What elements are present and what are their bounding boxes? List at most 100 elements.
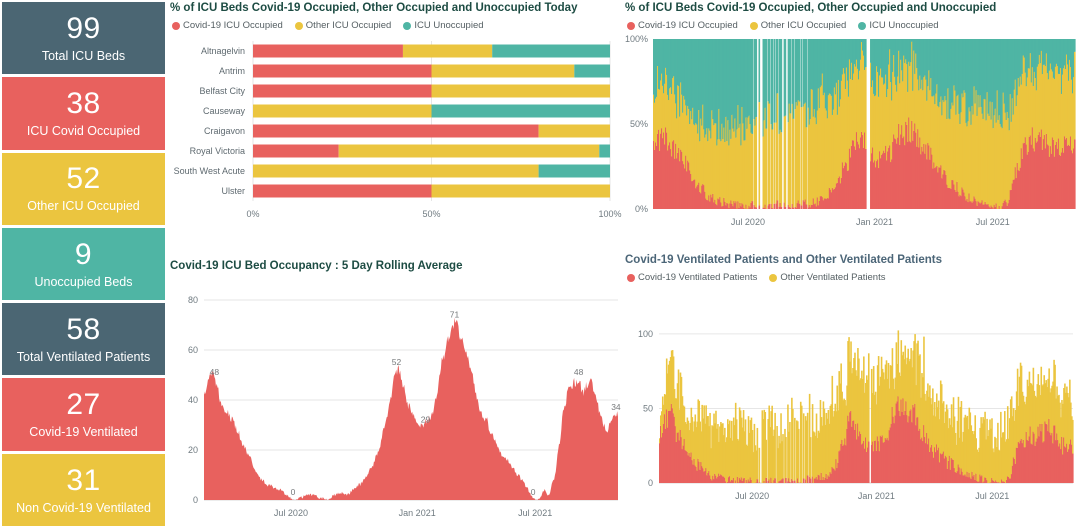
bar-category-label: Royal Victoria (190, 146, 245, 156)
panel-tl-title: % of ICU Beds Covid-19 Occupied, Other O… (170, 2, 578, 14)
bar-segment[interactable] (253, 124, 539, 138)
bar-segment[interactable] (253, 64, 432, 78)
kpi-tile-other-icu-occupied[interactable]: 52 Other ICU Occupied (2, 152, 165, 225)
x-axis-tick-label: Jul 2020 (735, 491, 769, 501)
x-axis-tick-label: 100% (598, 209, 621, 219)
kpi-value-total-ventilated-patients: 58 (66, 313, 101, 347)
legend-item[interactable]: Covid-19 ICU Occupied (627, 20, 738, 31)
x-axis-tick-label: Jul 2021 (975, 491, 1009, 501)
bar-segment[interactable] (431, 84, 611, 98)
legend-item[interactable]: Other Ventilated Patients (769, 272, 885, 283)
panel-tl-legend: Covid-19 ICU Occupied Other ICU Occupied I… (168, 14, 623, 31)
bar-segment[interactable] (431, 64, 575, 78)
panel-icu-beds-timeseries: % of ICU Beds Covid-19 Occupied, Other O… (623, 2, 1078, 254)
stacked-area-chart-icu-percent[interactable]: 0% 50% 100% Jul 2020 Jan 2021 Jul 2021 (623, 31, 1078, 236)
kpi-label-unoccupied-beds: Unoccupied Beds (34, 274, 133, 289)
kpi-label-total-icu-beds: Total ICU Beds (41, 48, 126, 63)
data-point-label: 29 (421, 415, 431, 425)
panel-icu-occupancy-rolling: Covid-19 ICU Bed Occupancy : 5 Day Rolli… (168, 260, 623, 526)
panel-br-legend: Covid-19 Ventilated Patients Other Ventil… (623, 266, 1078, 283)
legend-item[interactable]: Covid-19 Ventilated Patients (627, 272, 757, 283)
panel-br-plot: 0 50 100 Jul 2020 Jan 2021 Jul 2021 (623, 283, 1078, 513)
data-point-label: 0 (531, 487, 536, 497)
bar-segment[interactable] (538, 124, 610, 138)
bar-category-label: Ulster (221, 186, 245, 196)
kpi-label-other-icu-occupied: Other ICU Occupied (27, 199, 140, 214)
bar-segment[interactable] (492, 44, 610, 58)
kpi-label-covid-19-ventilated: Covid-19 Ventilated (29, 425, 138, 440)
y-axis-tick-label: 80 (188, 295, 198, 305)
bar-segment[interactable] (338, 144, 600, 158)
bar-category-label: South West Acute (174, 166, 245, 176)
bar-segment[interactable] (599, 144, 610, 158)
x-axis-tick-label: 50% (422, 209, 440, 219)
x-axis-tick-label: Jan 2021 (856, 217, 893, 227)
x-axis-tick-label: Jan 2021 (858, 491, 895, 501)
stacked-area-chart-ventilated[interactable]: 0 50 100 Jul 2020 Jan 2021 Jul 2021 (623, 283, 1078, 513)
bar-segment[interactable] (253, 84, 432, 98)
legend-swatch-icon (749, 21, 758, 30)
y-axis-tick-label: 20 (188, 445, 198, 455)
legend-label: Covid-19 ICU Occupied (183, 20, 283, 31)
panel-bl-title: Covid-19 ICU Bed Occupancy : 5 Day Rolli… (170, 260, 463, 272)
bar-segment[interactable] (253, 104, 432, 118)
bar-segment[interactable] (538, 164, 610, 178)
legend-swatch-icon (858, 21, 867, 30)
y-axis-tick-label: 0% (635, 204, 648, 214)
x-axis-tick-label: Jul 2021 (518, 508, 552, 518)
legend-swatch-icon (769, 273, 778, 282)
kpi-tile-icu-covid-occupied[interactable]: 38 ICU Covid Occupied (2, 77, 165, 150)
kpi-value-unoccupied-beds: 9 (74, 237, 93, 271)
bar-category-label: Causeway (203, 106, 246, 116)
bar-segment[interactable] (431, 104, 611, 118)
bar-category-label: Belfast City (199, 86, 245, 96)
bar-segment[interactable] (253, 144, 339, 158)
data-point-label: 71 (450, 310, 460, 320)
bar-segment[interactable] (253, 44, 403, 58)
legend-item[interactable]: ICU Unoccupied (858, 20, 939, 31)
data-point-label: 34 (611, 402, 621, 412)
y-axis-tick-label: 100 (638, 329, 653, 339)
area-series-covid-icu[interactable] (204, 317, 618, 500)
stacked-bar-chart-today[interactable]: Altnagelvin Antrim Belfast City Causeway Cra… (168, 31, 623, 241)
y-axis-tick-label: 0 (648, 478, 653, 488)
y-axis-tick-label: 50 (643, 404, 653, 414)
area-chart-icu-rolling-average[interactable]: 0 20 40 60 80 48 0 52 29 71 0 48 34 Jul 2020 Jan 2021 J… (168, 272, 623, 520)
kpi-tile-total-ventilated-patients[interactable]: 58 Total Ventilated Patients (2, 303, 165, 376)
panel-ventilated-patients: Covid-19 Ventilated Patients and Other V… (623, 254, 1078, 526)
legend-item[interactable]: Other ICU Occupied (294, 20, 391, 31)
y-axis-tick-label: 60 (188, 345, 198, 355)
bar-category-label: Altnagelvin (201, 46, 245, 56)
bar-segment[interactable] (574, 64, 610, 78)
kpi-label-total-ventilated-patients: Total Ventilated Patients (16, 350, 151, 365)
legend-swatch-icon (172, 21, 180, 30)
x-axis-tick-label: Jul 2021 (976, 217, 1010, 227)
dashboard-root: 99 Total ICU Beds 38 ICU Covid Occupied 52 Ot… (0, 0, 1080, 528)
legend-item[interactable]: Covid-19 ICU Occupied (172, 20, 283, 31)
data-point-label: 0 (291, 487, 296, 497)
y-axis-tick-label: 40 (188, 395, 198, 405)
legend-swatch-icon (627, 273, 635, 282)
legend-label: Covid-19 Ventilated Patients (638, 272, 758, 283)
bar-segment[interactable] (253, 184, 432, 198)
kpi-value-other-icu-occupied: 52 (66, 162, 101, 196)
stacked-area-columns[interactable] (653, 39, 1076, 209)
legend-label: Other ICU Occupied (760, 20, 847, 31)
data-point-label: 48 (574, 367, 584, 377)
kpi-tile-covid-19-ventilated[interactable]: 27 Covid-19 Ventilated (2, 378, 165, 451)
kpi-tile-column: 99 Total ICU Beds 38 ICU Covid Occupied 52 Ot… (2, 2, 165, 526)
legend-swatch-icon (627, 21, 635, 30)
bar-segment[interactable] (253, 164, 539, 178)
legend-label: Other Ventilated Patients (780, 272, 886, 283)
legend-item[interactable]: ICU Unoccupied (403, 20, 484, 31)
kpi-tile-total-icu-beds[interactable]: 99 Total ICU Beds (2, 2, 165, 75)
legend-item[interactable]: Other ICU Occupied (749, 20, 847, 31)
stacked-area-columns-ventilated[interactable] (659, 330, 1074, 483)
panel-tr-title: % of ICU Beds Covid-19 Occupied, Other O… (625, 2, 997, 14)
kpi-value-icu-covid-occupied: 38 (66, 87, 101, 121)
bar-segment[interactable] (402, 44, 493, 58)
kpi-tile-non-covid-19-ventilated[interactable]: 31 Non Covid-19 Ventilated (2, 453, 165, 526)
bar-segment[interactable] (431, 184, 611, 198)
legend-label: ICU Unoccupied (414, 20, 484, 31)
kpi-tile-unoccupied-beds[interactable]: 9 Unoccupied Beds (2, 227, 165, 301)
